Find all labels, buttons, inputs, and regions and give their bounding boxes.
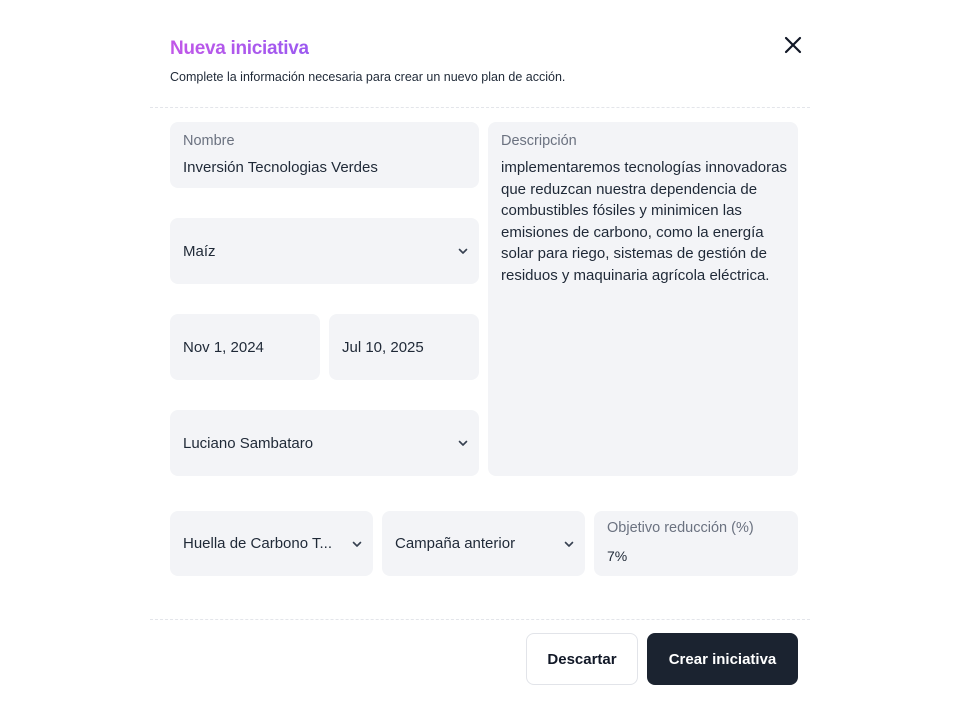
name-field[interactable]: Nombre Inversión Tecnologias Verdes — [170, 122, 479, 188]
close-icon — [784, 36, 802, 54]
header-divider — [150, 107, 810, 108]
new-initiative-dialog: Nueva iniciativa Complete la información… — [0, 0, 960, 720]
reduction-target-value: 7% — [607, 548, 628, 564]
baseline-select-value: Campaña anterior — [395, 535, 516, 552]
footer-divider — [150, 619, 810, 620]
baseline-select[interactable]: Campaña anterior — [382, 511, 585, 576]
indicator-select-value: Huella de Carbono T... — [183, 535, 332, 552]
reduction-target-label: Objetivo reducción (%) — [607, 520, 754, 536]
start-date-field[interactable]: Nov 1, 2024 — [170, 314, 320, 380]
close-button[interactable] — [780, 32, 806, 58]
chevron-down-icon — [352, 541, 362, 547]
owner-select[interactable]: Luciano Sambataro — [170, 410, 479, 476]
owner-select-value: Luciano Sambataro — [183, 434, 314, 452]
start-date-value: Nov 1, 2024 — [183, 338, 264, 356]
create-initiative-button[interactable]: Crear iniciativa — [647, 633, 798, 685]
crop-select[interactable]: Maíz — [170, 218, 479, 284]
end-date-field[interactable]: Jul 10, 2025 — [329, 314, 479, 380]
description-value: implementaremos tecnologías innovadoras … — [501, 159, 787, 284]
dialog-subtitle: Complete la información necesaria para c… — [170, 70, 566, 84]
dialog-title: Nueva iniciativa — [170, 38, 309, 59]
discard-button[interactable]: Descartar — [526, 633, 638, 685]
chevron-down-icon — [458, 440, 468, 446]
reduction-target-field[interactable]: Objetivo reducción (%) 7% — [594, 511, 798, 576]
name-field-value: Inversión Tecnologias Verdes — [183, 159, 378, 176]
end-date-value: Jul 10, 2025 — [342, 338, 424, 356]
chevron-down-icon — [564, 541, 574, 547]
indicator-select[interactable]: Huella de Carbono T... — [170, 511, 373, 576]
name-field-label: Nombre — [183, 133, 235, 149]
crop-select-value: Maíz — [183, 242, 216, 260]
description-label: Descripción — [501, 133, 577, 149]
description-textarea[interactable]: Descripción implementaremos tecnologías … — [488, 122, 798, 476]
chevron-down-icon — [458, 248, 468, 254]
